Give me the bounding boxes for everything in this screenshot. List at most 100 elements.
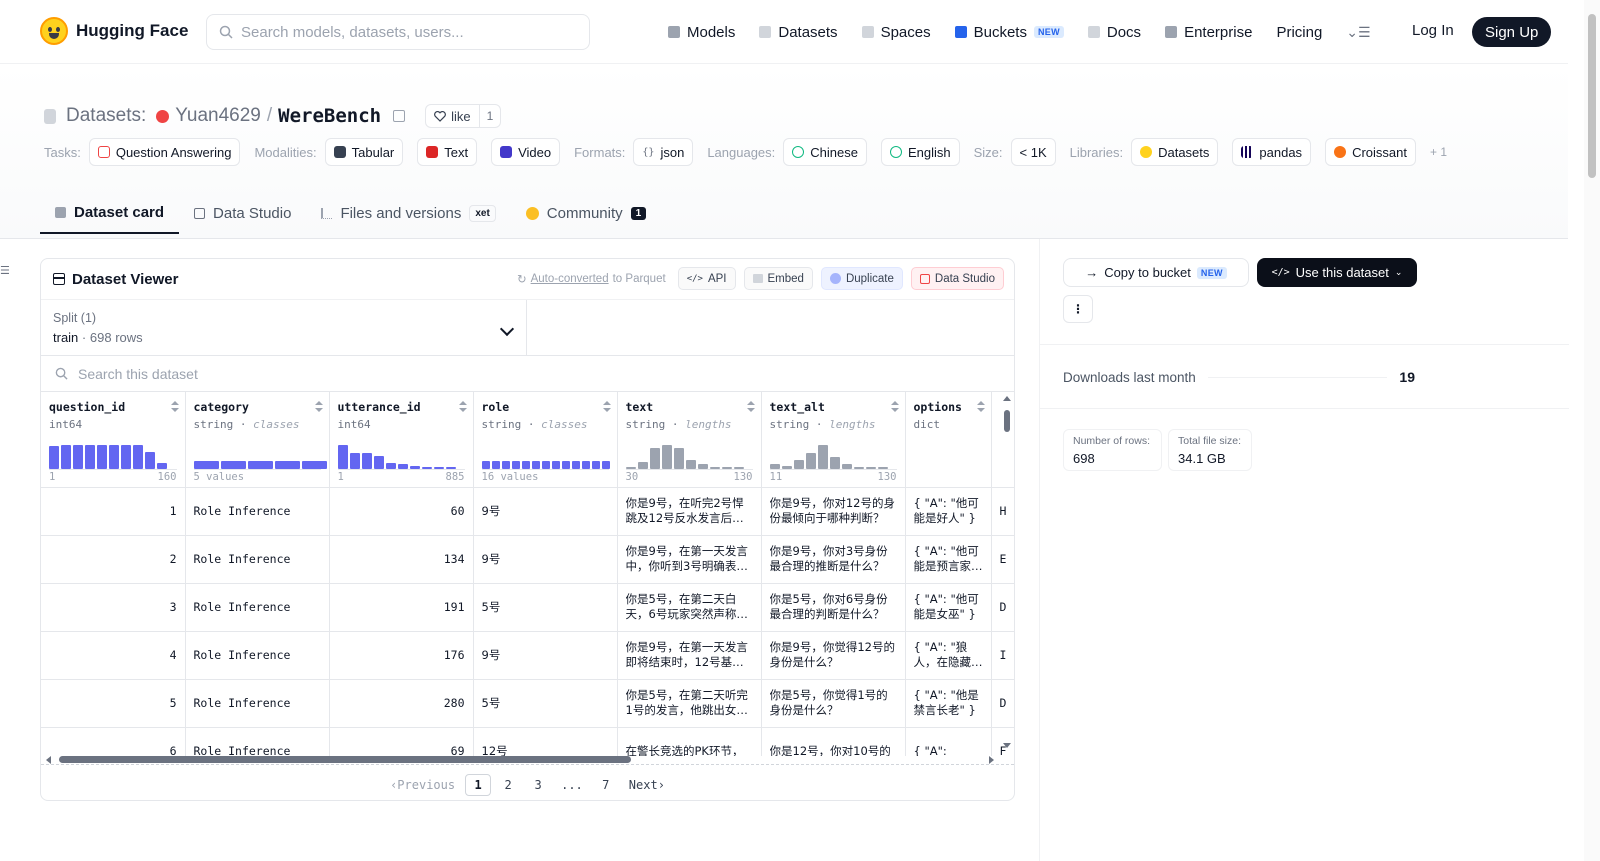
brand-logo[interactable]: Hugging Face xyxy=(40,17,188,45)
histogram-bar[interactable] xyxy=(133,444,143,469)
tag-text[interactable]: Text xyxy=(417,138,478,166)
nav-datasets[interactable]: Datasets xyxy=(759,20,838,44)
column-histogram[interactable] xyxy=(337,441,456,469)
dataset-owner[interactable]: Yuan4629 xyxy=(175,105,261,127)
sort-icon[interactable] xyxy=(170,401,179,413)
signup-button[interactable]: Sign Up xyxy=(1472,17,1552,47)
cell-utterance-id[interactable]: 176 xyxy=(329,631,474,680)
scroll-thumb[interactable] xyxy=(1588,14,1596,178)
cell-text[interactable]: 你是9号，在听完2号悍跳及12号反水发言后，你认为2号和12号的真实身份分别是？ xyxy=(617,487,762,536)
sort-icon[interactable] xyxy=(890,401,899,413)
histogram-bar[interactable] xyxy=(109,444,119,469)
class-segment[interactable] xyxy=(220,460,246,469)
cell-options[interactable]: { "A": "狼人，在隐藏" } xyxy=(905,631,992,680)
cell-category[interactable]: Role Inference xyxy=(185,535,330,584)
cell-role[interactable]: 5号 xyxy=(473,583,618,632)
nav-docs[interactable]: Docs xyxy=(1087,20,1141,44)
cell-options[interactable]: { "A": "他可能是女巫" } xyxy=(905,583,992,632)
histogram-bar[interactable] xyxy=(349,453,360,469)
cell-role[interactable]: 9号 xyxy=(473,631,618,680)
column-header-text_alt[interactable]: text_alt string · lengths 11 130 xyxy=(761,392,906,488)
class-distribution-bar[interactable] xyxy=(481,460,610,469)
section-label[interactable]: Datasets: xyxy=(66,105,146,127)
column-header-text[interactable]: text string · lengths 30 130 xyxy=(617,392,762,488)
dataset-name[interactable]: WereBench xyxy=(278,105,381,127)
cell-utterance-id[interactable]: 60 xyxy=(329,487,474,536)
global-search[interactable] xyxy=(206,14,590,50)
class-segment[interactable] xyxy=(193,460,219,469)
histogram-bar[interactable] xyxy=(817,444,828,469)
cell-text-alt[interactable]: 你是12号，你对10号的 xyxy=(761,727,906,756)
class-segment[interactable] xyxy=(521,460,530,469)
histogram-bar[interactable] xyxy=(661,444,672,469)
class-segment[interactable] xyxy=(601,460,610,469)
split-selector[interactable]: Split (1) train · 698 rows xyxy=(41,300,527,355)
page-button-3[interactable]: 3 xyxy=(525,774,551,796)
histogram-bar[interactable] xyxy=(805,453,816,469)
class-segment[interactable] xyxy=(531,460,540,469)
column-histogram[interactable] xyxy=(769,441,888,469)
column-header-role[interactable]: role string · classes 16 values xyxy=(473,392,618,488)
histogram-bar[interactable] xyxy=(649,447,660,469)
scroll-thumb[interactable] xyxy=(59,756,631,763)
class-segment[interactable] xyxy=(501,460,510,469)
class-segment[interactable] xyxy=(551,460,560,469)
class-segment[interactable] xyxy=(511,460,520,469)
embed-button[interactable]: Embed xyxy=(743,267,813,290)
tag-croissant-library[interactable]: Croissant xyxy=(1325,138,1416,166)
cell-text[interactable]: 你是9号，在第一天发言即将结束时，12号基于之前的发言 xyxy=(617,631,762,680)
page-scrollbar[interactable] xyxy=(1584,0,1600,861)
cell-role[interactable]: 5号 xyxy=(473,679,618,728)
vertical-scrollbar[interactable] xyxy=(1002,394,1012,750)
class-segment[interactable] xyxy=(481,460,490,469)
cell-utterance-id[interactable]: 134 xyxy=(329,535,474,584)
global-search-input[interactable] xyxy=(241,23,571,41)
table-row[interactable]: 5 Role Inference 280 5号 你是5号，在第二天听完1号的发言，他跳出… xyxy=(41,679,1014,728)
cell-category[interactable]: Role Inference xyxy=(185,727,330,756)
duplicate-button[interactable]: Duplicate xyxy=(820,267,903,290)
tag-size[interactable]: < 1K xyxy=(1010,138,1056,166)
cell-category[interactable]: Role Inference xyxy=(185,487,330,536)
cell-utterance-id[interactable]: 69 xyxy=(329,727,474,756)
class-distribution-bar[interactable] xyxy=(193,460,327,469)
histogram-bar[interactable] xyxy=(673,447,684,469)
cell-category[interactable]: Role Inference xyxy=(185,583,330,632)
histogram-bar[interactable] xyxy=(49,446,59,469)
histogram-bar[interactable] xyxy=(361,453,372,469)
cell-options[interactable]: { "A": "他可能是预言家" } xyxy=(905,535,992,584)
histogram-bar[interactable] xyxy=(685,460,696,469)
cell-utterance-id[interactable]: 191 xyxy=(329,583,474,632)
page-button-7[interactable]: 7 xyxy=(593,774,619,796)
sidebar-toggle-icon[interactable]: ☰ xyxy=(0,264,10,277)
class-segment[interactable] xyxy=(581,460,590,469)
nav-spaces[interactable]: Spaces xyxy=(861,20,931,44)
tag-datasets-library[interactable]: Datasets xyxy=(1131,138,1219,166)
tag-english[interactable]: English xyxy=(880,138,960,166)
previous-page-button[interactable]: ‹ Previous xyxy=(384,774,461,796)
tag-pandas-library[interactable]: pandas xyxy=(1232,138,1312,166)
cell-question-id[interactable]: 6 xyxy=(41,727,186,756)
cell-text-alt[interactable]: 你是5号，你觉得1号的身份是什么？ xyxy=(761,679,906,728)
dataset-search-input[interactable] xyxy=(78,365,478,382)
histogram-bar[interactable] xyxy=(337,444,348,469)
api-button[interactable]: </> API xyxy=(677,267,736,290)
class-segment[interactable] xyxy=(491,460,500,469)
user-avatar[interactable] xyxy=(156,109,170,123)
cell-text[interactable]: 你是9号，在第一天发言中，你听到3号明确表示自己是预言家 xyxy=(617,535,762,584)
cell-question-id[interactable]: 5 xyxy=(41,679,186,728)
class-segment[interactable] xyxy=(541,460,550,469)
scroll-up-icon[interactable] xyxy=(1003,396,1011,401)
scroll-down-icon[interactable] xyxy=(1003,743,1011,748)
page-button-2[interactable]: 2 xyxy=(495,774,521,796)
cell-role[interactable]: 9号 xyxy=(473,535,618,584)
cell-role[interactable]: 12号 xyxy=(473,727,618,756)
cell-question-id[interactable]: 2 xyxy=(41,535,186,584)
histogram-bar[interactable] xyxy=(97,444,107,469)
tab-community[interactable]: Community 1 xyxy=(511,192,661,234)
sort-icon[interactable] xyxy=(976,401,985,413)
cell-category[interactable]: Role Inference xyxy=(185,631,330,680)
scroll-left-icon[interactable] xyxy=(46,756,51,764)
tag-video[interactable]: Video xyxy=(491,138,561,166)
column-header-utterance_id[interactable]: utterance_id int64 1 885 xyxy=(329,392,474,488)
sort-icon[interactable] xyxy=(314,401,323,413)
